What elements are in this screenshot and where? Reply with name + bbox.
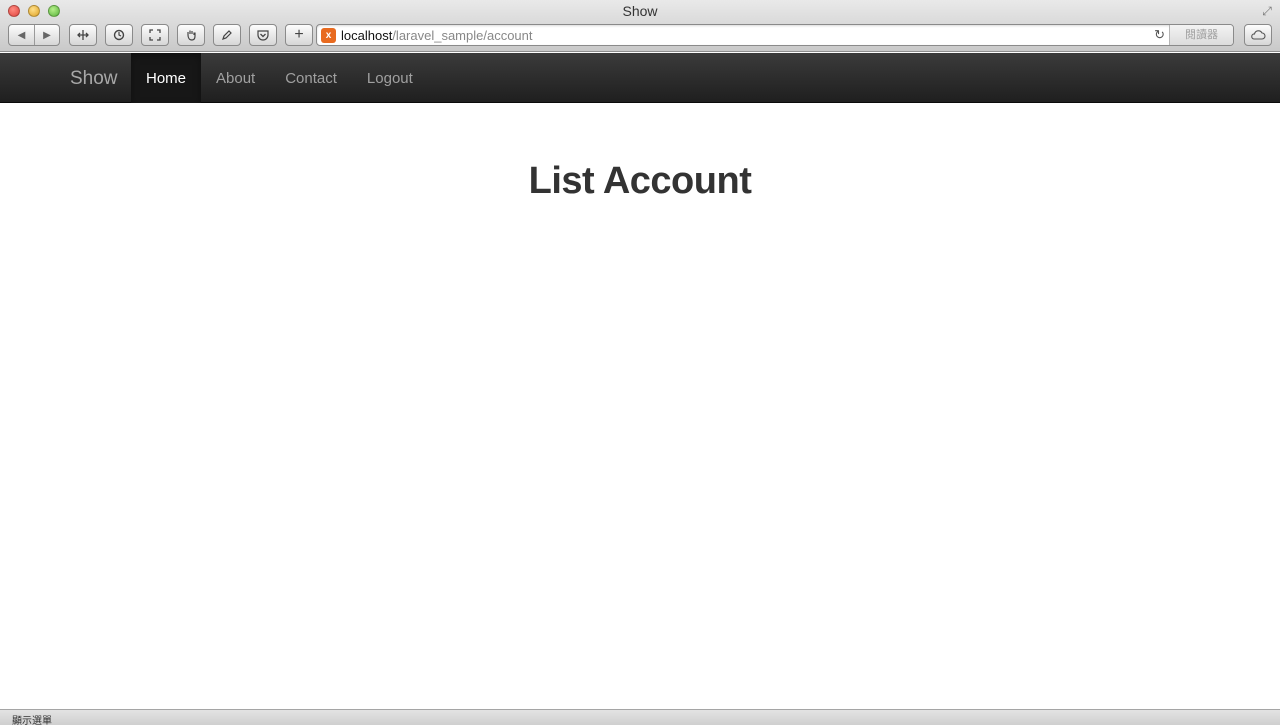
nav-link-logout[interactable]: Logout <box>352 53 428 103</box>
grab-button[interactable] <box>177 24 205 46</box>
site-favicon-icon: x <box>321 28 336 43</box>
arrows-icon <box>77 30 89 40</box>
new-tab-button[interactable]: + <box>285 24 313 46</box>
fullscreen-icon[interactable]: ⤢ <box>1260 4 1274 18</box>
sync-button[interactable] <box>105 24 133 46</box>
nav-link-about[interactable]: About <box>201 53 270 103</box>
status-bar: 顯示選單 <box>0 709 1280 725</box>
back-button[interactable]: ◀ <box>9 25 34 45</box>
pocket-icon <box>257 30 269 41</box>
extension-button[interactable] <box>69 24 97 46</box>
window-title: Show <box>622 3 658 19</box>
navbar-brand[interactable]: Show <box>70 68 118 90</box>
status-bar-text: 顯示選單 <box>12 716 52 725</box>
site-navbar: Show Home About Contact Logout <box>0 53 1280 103</box>
nav-link-contact[interactable]: Contact <box>270 53 352 103</box>
browser-window-chrome: Show ⤢ ◀ ▶ + x localhost/laravel_sample/… <box>0 0 1280 52</box>
nav-link-home[interactable]: Home <box>131 53 202 103</box>
tools-button[interactable] <box>213 24 241 46</box>
url-host: localhost <box>341 28 393 43</box>
reload-icon[interactable]: ↻ <box>1154 27 1165 43</box>
page-title: List Account <box>528 160 752 202</box>
browser-toolbar: ◀ ▶ + x localhost/laravel_sample/account… <box>0 23 1280 49</box>
expand-button[interactable] <box>141 24 169 46</box>
pen-icon <box>222 30 232 40</box>
icloud-tabs-button[interactable] <box>1244 24 1272 46</box>
forward-button[interactable]: ▶ <box>33 25 59 45</box>
hand-icon <box>187 30 196 41</box>
url-text: localhost/laravel_sample/account <box>341 28 533 43</box>
navbar-links: Home About Contact Logout <box>131 53 428 103</box>
address-bar[interactable]: x localhost/laravel_sample/account ↻ 閱讀器 <box>316 24 1234 46</box>
url-path: /laravel_sample/account <box>392 28 533 43</box>
plus-icon: + <box>294 26 304 43</box>
pocket-button[interactable] <box>249 24 277 46</box>
expand-icon <box>149 29 161 41</box>
back-forward-buttons: ◀ ▶ <box>8 24 60 46</box>
cloud-icon <box>1251 30 1266 40</box>
reader-button[interactable]: 閱讀器 <box>1169 25 1233 45</box>
sync-icon <box>113 29 125 41</box>
